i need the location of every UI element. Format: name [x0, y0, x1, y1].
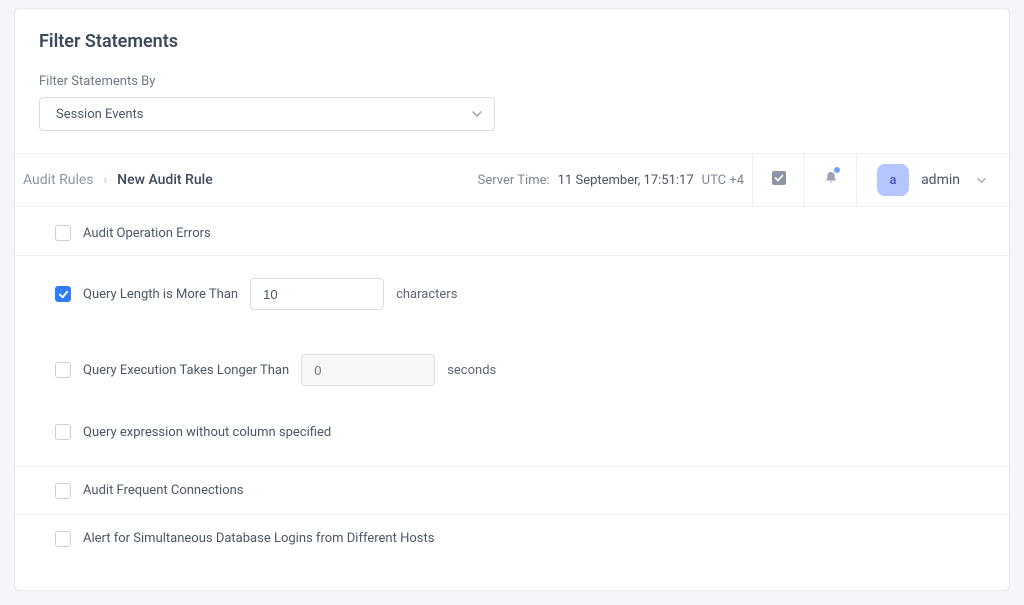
checkbox-audit-operation-errors[interactable]: [55, 225, 71, 241]
filter-by-select[interactable]: Session Events: [39, 97, 495, 131]
checkbox-icon: [771, 170, 787, 190]
checkbox-frequent-connections[interactable]: [55, 483, 71, 499]
option-query-execution: Query Execution Takes Longer Than second…: [15, 332, 1009, 408]
unit-label: characters: [396, 287, 457, 302]
server-time-tz: UTC +4: [702, 173, 744, 188]
option-audit-operation-errors: Audit Operation Errors: [15, 207, 1009, 255]
server-time-label: Server Time:: [478, 173, 550, 188]
option-label: Query expression without column specifie…: [83, 425, 331, 440]
bell-icon: [823, 170, 839, 190]
chevron-right-icon: ›: [104, 173, 108, 187]
tasks-button[interactable]: [752, 153, 804, 207]
option-frequent-connections: Audit Frequent Connections: [15, 466, 1009, 514]
server-time-value: 11 September, 17:51:17: [558, 173, 694, 188]
user-name: admin: [921, 172, 960, 188]
breadcrumb: Audit Rules › New Audit Rule: [15, 172, 213, 188]
section-title: Filter Statements: [39, 31, 985, 52]
option-query-length: Query Length is More Than characters: [15, 255, 1009, 332]
breadcrumb-current: New Audit Rule: [117, 172, 213, 188]
option-simultaneous-logins: Alert for Simultaneous Database Logins f…: [15, 514, 1009, 562]
avatar: a: [877, 164, 909, 196]
query-length-input[interactable]: [250, 278, 384, 310]
notifications-button[interactable]: [804, 153, 856, 207]
server-time: Server Time: 11 September, 17:51:17 UTC …: [478, 173, 744, 188]
options-list: Audit Operation Errors Query Length is M…: [15, 207, 1009, 562]
checkbox-simultaneous-logins[interactable]: [55, 531, 71, 547]
option-label: Alert for Simultaneous Database Logins f…: [83, 531, 434, 546]
filter-by-select-wrap: Session Events: [39, 97, 495, 131]
option-label: Audit Frequent Connections: [83, 483, 244, 498]
option-label: Audit Operation Errors: [83, 226, 211, 241]
filter-statements-card: Filter Statements Filter Statements By S…: [14, 8, 1010, 591]
notification-dot: [834, 167, 840, 173]
filter-by-label: Filter Statements By: [39, 74, 985, 89]
unit-label: seconds: [447, 363, 496, 378]
option-query-expression: Query expression without column specifie…: [15, 408, 1009, 456]
checkbox-query-expression[interactable]: [55, 424, 71, 440]
option-label: Query Execution Takes Longer Than: [83, 363, 289, 378]
chevron-down-icon: [976, 175, 987, 186]
option-label: Query Length is More Than: [83, 287, 238, 302]
topbar: Audit Rules › New Audit Rule Server Time…: [15, 153, 1009, 207]
query-execution-input: [301, 354, 435, 386]
checkbox-query-execution[interactable]: [55, 362, 71, 378]
checkbox-query-length[interactable]: [55, 286, 71, 302]
user-menu[interactable]: a admin: [856, 153, 1001, 207]
breadcrumb-parent[interactable]: Audit Rules: [23, 172, 94, 188]
